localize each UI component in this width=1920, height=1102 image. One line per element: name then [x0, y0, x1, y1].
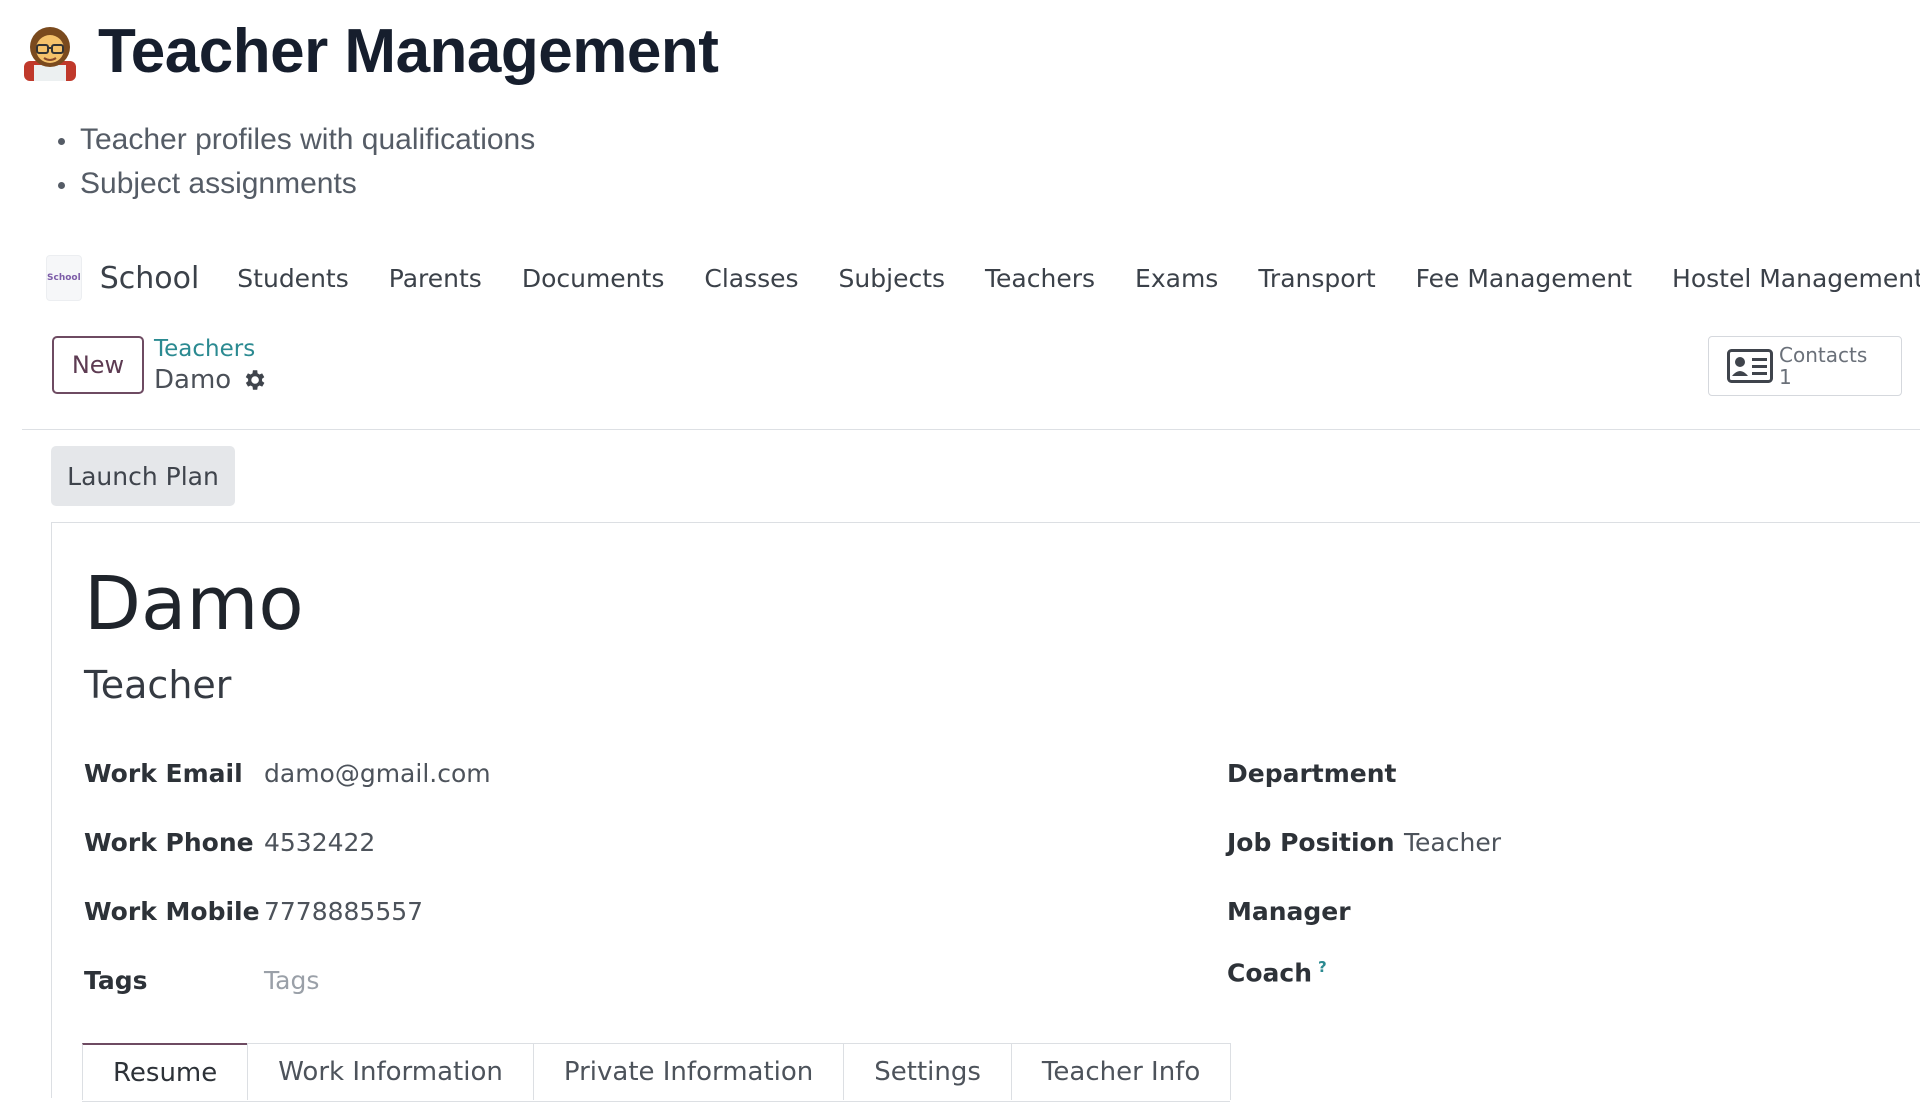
menu-item-parents[interactable]: Parents [389, 264, 482, 293]
feature-list: Teacher profiles with qualifications Sub… [56, 118, 535, 206]
list-item: Subject assignments [56, 162, 535, 206]
contacts-smart-button[interactable]: Contacts 1 [1708, 336, 1902, 396]
menu-item-students[interactable]: Students [237, 264, 348, 293]
tab-settings[interactable]: Settings [843, 1043, 1012, 1100]
new-button[interactable]: New [52, 336, 144, 394]
smart-button-count: 1 [1779, 365, 1792, 389]
app-navbar: School School Students Parents Documents… [46, 252, 1920, 304]
work-mobile-field[interactable]: 7778885557 [264, 897, 423, 926]
app-name[interactable]: School [100, 261, 200, 296]
help-tooltip-icon[interactable]: ? [1318, 958, 1327, 976]
work-email-field[interactable]: damo@gmail.com [264, 759, 491, 788]
menu-item-fee-management[interactable]: Fee Management [1416, 264, 1632, 293]
tab-private-information[interactable]: Private Information [532, 1043, 845, 1100]
teacher-emoji-icon [20, 21, 80, 81]
work-email-label: Work Email [84, 759, 243, 788]
launch-plan-button[interactable]: Launch Plan [51, 446, 235, 506]
employee-name-field[interactable]: Damo [84, 561, 304, 647]
menu-item-exams[interactable]: Exams [1135, 264, 1218, 293]
tab-resume[interactable]: Resume [82, 1043, 249, 1100]
menu-item-transport[interactable]: Transport [1258, 264, 1375, 293]
work-phone-field[interactable]: 4532422 [264, 828, 375, 857]
smart-button-label: Contacts [1779, 343, 1868, 367]
menu-item-subjects[interactable]: Subjects [839, 264, 945, 293]
menu-item-teachers[interactable]: Teachers [985, 264, 1095, 293]
work-mobile-label: Work Mobile [84, 897, 260, 926]
manager-field[interactable] [1404, 897, 1804, 927]
coach-label: Coach? [1227, 958, 1327, 987]
breadcrumb-parent-link[interactable]: Teachers [154, 336, 255, 362]
coach-field[interactable] [1404, 966, 1804, 996]
breadcrumb-current-label: Damo [154, 365, 232, 395]
contact-card-icon [1727, 349, 1773, 383]
menu-item-documents[interactable]: Documents [522, 264, 665, 293]
tags-input[interactable]: Tags [264, 966, 319, 995]
job-position-field[interactable]: Teacher [1404, 828, 1501, 857]
coach-label-text: Coach [1227, 958, 1313, 988]
app-logo[interactable]: School [46, 255, 82, 301]
department-field[interactable] [1404, 759, 1804, 789]
menu-item-classes[interactable]: Classes [704, 264, 798, 293]
tab-teacher-info[interactable]: Teacher Info [1010, 1043, 1232, 1100]
breadcrumb-current: Damo [154, 365, 267, 395]
manager-label: Manager [1227, 897, 1351, 926]
tab-work-information[interactable]: Work Information [247, 1043, 534, 1100]
list-item: Teacher profiles with qualifications [56, 118, 535, 162]
divider [22, 429, 1920, 430]
menu-item-hostel-management[interactable]: Hostel Management [1672, 264, 1920, 293]
form-sheet: Damo Teacher Work Email damo@gmail.com W… [51, 522, 1920, 1102]
document-header: Teacher Management [20, 16, 719, 86]
gear-icon[interactable] [241, 367, 267, 393]
notebook-tabs: Resume Work Information Private Informat… [82, 1043, 1232, 1102]
job-title-field[interactable]: Teacher [84, 663, 231, 707]
work-phone-label: Work Phone [84, 828, 254, 857]
job-position-label: Job Position [1227, 828, 1395, 857]
tags-label: Tags [84, 966, 148, 995]
page-title: Teacher Management [98, 16, 719, 86]
department-label: Department [1227, 759, 1397, 788]
